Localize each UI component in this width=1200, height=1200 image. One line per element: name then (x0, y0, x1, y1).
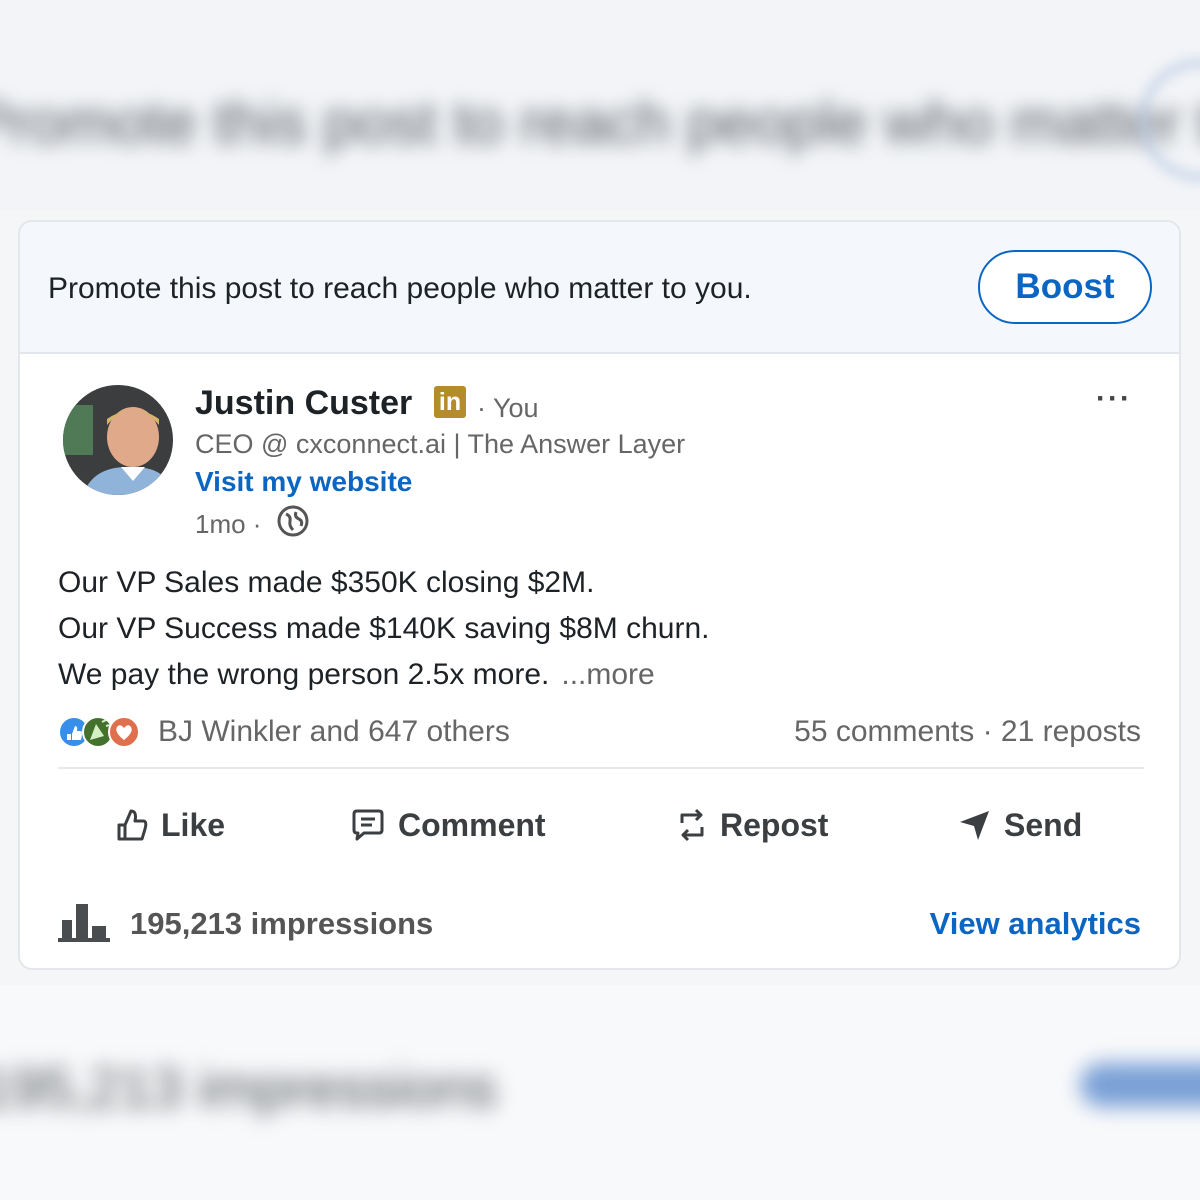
post-card: Promote this post to reach people who ma… (18, 220, 1181, 970)
post-body: Our VP Sales made $350K closing $2M. Our… (58, 560, 709, 698)
blurred-promo-text: Promote this post to reach people who ma… (0, 89, 1200, 156)
impressions-count: 195,213 impressions (130, 906, 434, 941)
globe-icon (277, 505, 309, 537)
promo-text: Promote this post to reach people who ma… (48, 272, 752, 305)
reactions-summary[interactable]: BJ Winkler and 647 others (158, 715, 510, 749)
blurred-button (1140, 60, 1200, 180)
you-label: · You (477, 393, 539, 423)
send-button[interactable]: Send (958, 800, 1082, 850)
blurred-background-bottom: 195,213 impressions (0, 985, 1200, 1200)
comments-reposts-count[interactable]: 55 comments · 21 reposts (794, 715, 1141, 749)
author-name[interactable]: Justin Custer (195, 384, 412, 423)
send-label: Send (1004, 806, 1083, 843)
blurred-link (1080, 1063, 1200, 1107)
view-analytics-link[interactable]: View analytics (930, 906, 1141, 942)
post-line: Our VP Success made $140K saving $8M chu… (58, 612, 710, 645)
blurred-background-top: Promote this post to reach people who ma… (0, 0, 1200, 210)
reaction-icons[interactable] (58, 712, 148, 752)
linkedin-premium-badge: in (434, 386, 466, 418)
repost-button[interactable]: Repost (676, 800, 828, 850)
avatar[interactable] (63, 385, 173, 495)
promo-banner: Promote this post to reach people who ma… (20, 222, 1179, 354)
post-line: We pay the wrong person 2.5x more. (58, 658, 550, 691)
send-icon (960, 811, 989, 840)
divider (58, 767, 1144, 769)
boost-button[interactable]: Boost (978, 250, 1152, 324)
comment-button[interactable]: Comment (350, 800, 546, 850)
see-more-link[interactable]: ...more (561, 658, 654, 691)
author-headline: CEO @ cxconnect.ai | The Answer Layer (195, 429, 686, 459)
repost-label: Repost (720, 806, 829, 843)
like-button[interactable]: Like (115, 800, 225, 850)
repost-icon (680, 808, 704, 842)
love-icon (108, 716, 140, 748)
comment-icon (352, 809, 384, 841)
comment-label: Comment (398, 806, 546, 843)
visit-website-link[interactable]: Visit my website (195, 466, 412, 498)
like-label: Like (161, 806, 226, 843)
blurred-impressions-text: 195,213 impressions (0, 1056, 497, 1119)
like-icon (117, 809, 148, 841)
more-options-icon[interactable]: ··· (1096, 382, 1132, 416)
post-time: 1mo · (195, 509, 262, 539)
post-line: Our VP Sales made $350K closing $2M. (58, 566, 595, 599)
bar-chart-icon (58, 904, 110, 942)
